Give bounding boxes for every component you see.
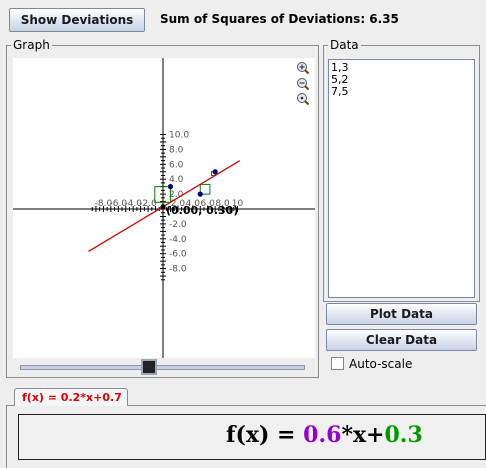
function-tab-label: f(x) = 0.2*x+0.7 [22, 391, 122, 404]
data-point[interactable] [212, 169, 218, 175]
data-point[interactable] [197, 191, 203, 197]
y-tick-label: -6.0 [169, 250, 187, 260]
graph-panel-title: Graph [11, 38, 52, 52]
y-tick-label: 10.0 [169, 131, 189, 141]
y-tick-label: 6.0 [169, 160, 184, 170]
y-tick-label: -8.0 [169, 265, 187, 275]
formula-intercept: 0.3 [384, 422, 423, 448]
formula-prefix: f(x) = [226, 422, 304, 448]
data-point[interactable] [167, 184, 174, 190]
zoom-out-icon[interactable] [297, 78, 310, 91]
show-deviations-button[interactable]: Show Deviations [9, 8, 145, 32]
y-tick-label: -2.0 [169, 220, 187, 230]
origin-point[interactable] [160, 204, 166, 210]
zoom-in-icon[interactable] [297, 62, 310, 75]
y-tick-label: 8.0 [169, 145, 184, 155]
slider-track[interactable] [20, 365, 305, 370]
formula-text: f(x) = 0.6*x+0.3 [226, 422, 423, 448]
formula-slope: 0.6 [303, 422, 342, 448]
origin-label: (0.00, 0.30) [166, 204, 238, 217]
data-panel-title: Data [328, 38, 361, 52]
slider[interactable] [20, 358, 305, 380]
y-tick-label: -4.0 [169, 235, 187, 245]
autoscale-checkbox[interactable] [331, 357, 344, 370]
graph-canvas[interactable]: -8.0-6.0-4.0-2.0 2.0 4.0 6.0 8.0 1010.08.06.0… [13, 58, 315, 358]
slider-thumb[interactable] [141, 359, 158, 375]
autoscale-label[interactable]: Auto-scale [349, 357, 412, 371]
y-tick-label: 4.0 [169, 175, 184, 185]
formula-middle: *x+ [341, 422, 385, 448]
function-tab[interactable]: f(x) = 0.2*x+0.7 [14, 388, 128, 406]
clear-data-button[interactable]: Clear Data [326, 329, 477, 351]
zoom-reset-icon[interactable] [297, 93, 310, 106]
data-textarea[interactable]: 1,3 5,2 7,5 [328, 59, 475, 298]
sum-of-squares-label: Sum of Squares of Deviations: 6.35 [160, 12, 399, 26]
plot-data-button[interactable]: Plot Data [326, 303, 477, 325]
